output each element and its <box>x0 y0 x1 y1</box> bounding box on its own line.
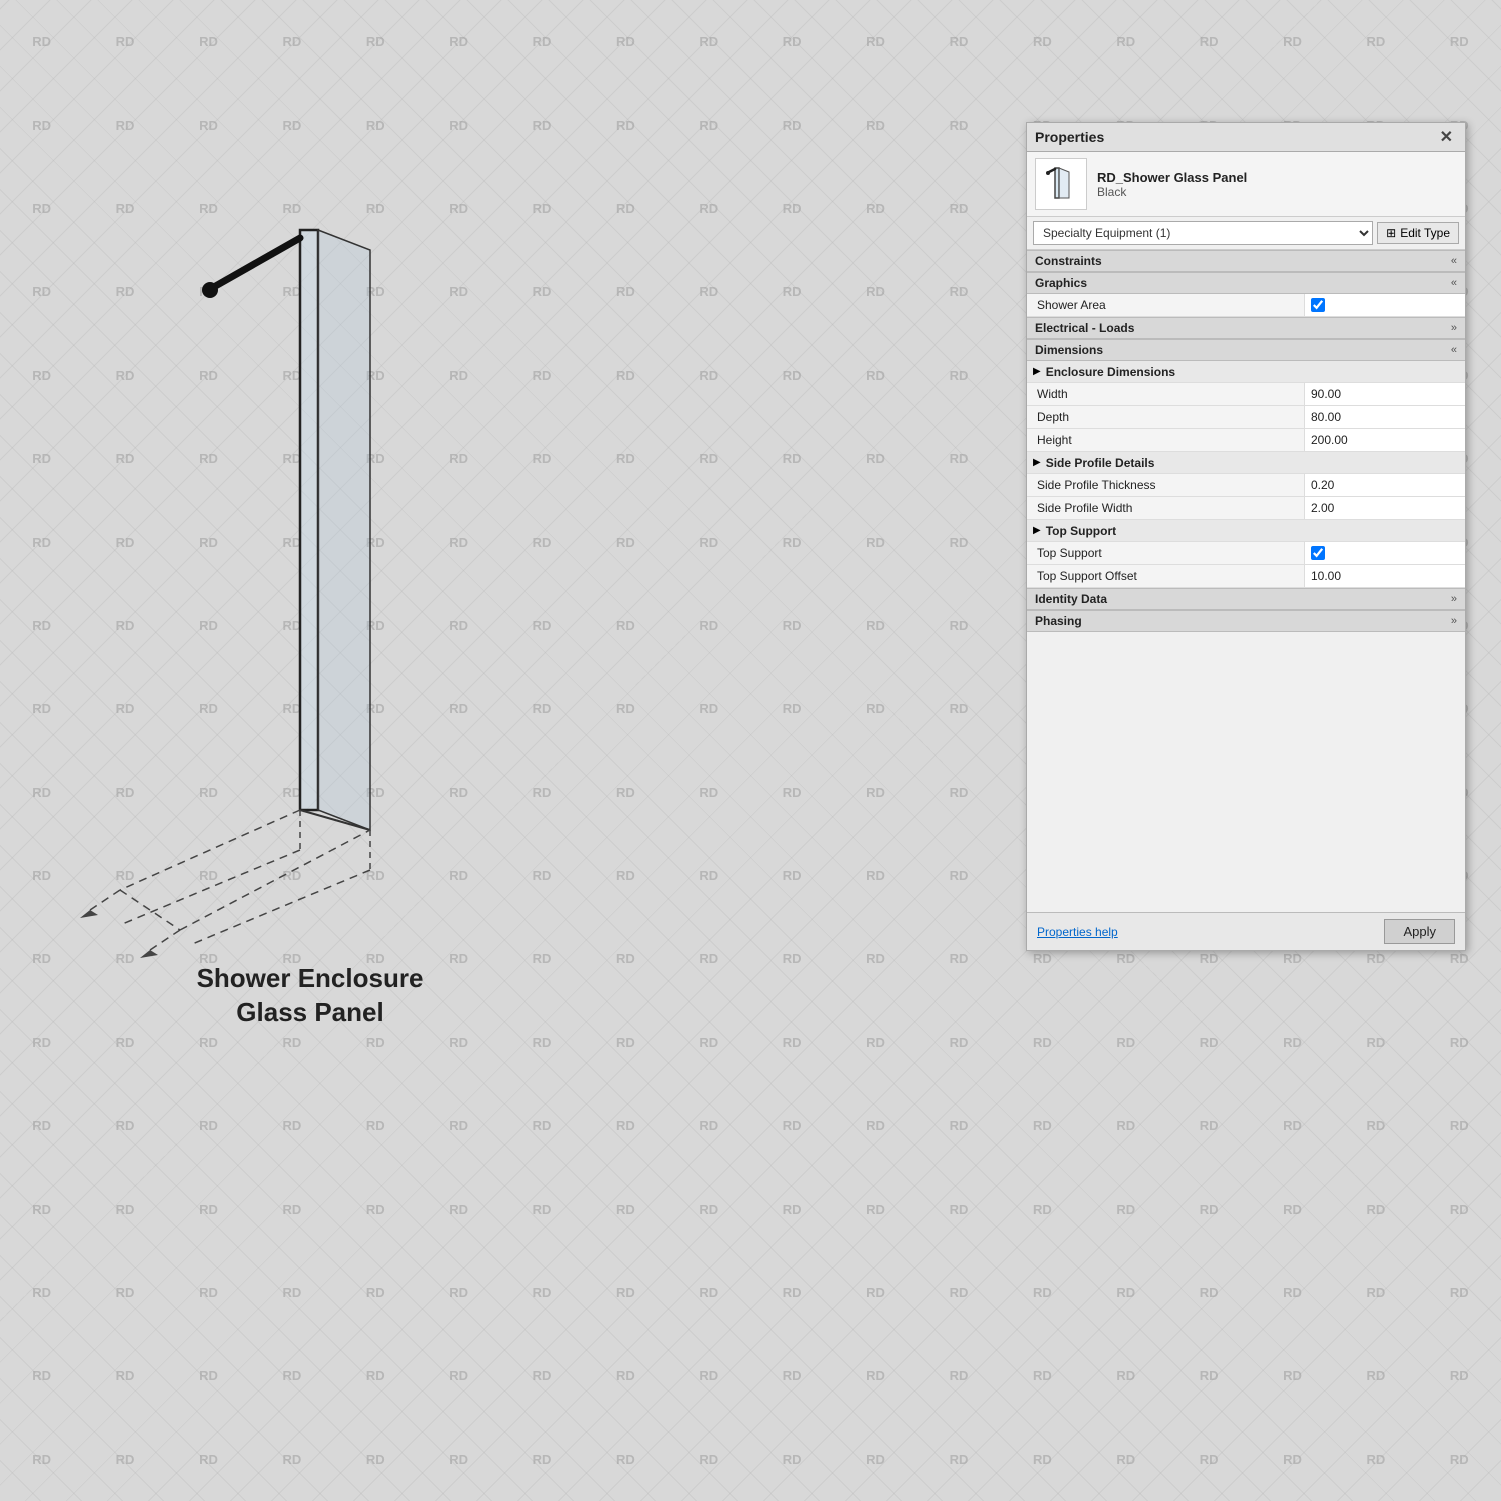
graphics-toggle[interactable]: « <box>1451 277 1457 289</box>
prop-label-top-support: Top Support <box>1027 542 1305 564</box>
side-profile-label: Side Profile Details <box>1046 456 1155 470</box>
phasing-title: Phasing <box>1035 614 1082 628</box>
prop-row-top-support-offset: Top Support Offset 10.00 <box>1027 565 1465 588</box>
panel-titlebar: Properties ✕ <box>1027 123 1465 152</box>
section-identity[interactable]: Identity Data » <box>1027 588 1465 610</box>
prop-row-side-thickness: Side Profile Thickness 0.20 <box>1027 474 1465 497</box>
top-support-arrow: ▶ <box>1033 525 1041 536</box>
subsection-top-support[interactable]: ▶ Top Support <box>1027 520 1465 542</box>
prop-label-shower-area: Shower Area <box>1027 294 1305 316</box>
shower-svg <box>60 120 560 1020</box>
prop-label-depth: Depth <box>1027 406 1305 428</box>
prop-label-side-width: Side Profile Width <box>1027 497 1305 519</box>
prop-value-depth[interactable]: 80.00 <box>1305 406 1465 428</box>
shower-label: Shower Enclosure Glass Panel <box>197 962 424 1030</box>
empty-area <box>1027 632 1465 912</box>
section-constraints[interactable]: Constraints « <box>1027 250 1465 272</box>
identity-title: Identity Data <box>1035 592 1107 606</box>
edit-type-button[interactable]: ⊞ Edit Type <box>1377 222 1459 244</box>
selector-row: Specialty Equipment (1) ⊞ Edit Type <box>1027 217 1465 250</box>
enclosure-arrow: ▶ <box>1033 366 1041 377</box>
prop-value-side-thickness[interactable]: 0.20 <box>1305 474 1465 496</box>
top-support-sub-label: Top Support <box>1046 524 1116 538</box>
prop-value-top-support[interactable] <box>1305 542 1465 564</box>
constraints-title: Constraints <box>1035 254 1102 268</box>
dimensions-toggle[interactable]: « <box>1451 344 1457 356</box>
prop-label-height: Height <box>1027 429 1305 451</box>
prop-row-width: Width 90.00 <box>1027 383 1465 406</box>
subsection-side-profile[interactable]: ▶ Side Profile Details <box>1027 452 1465 474</box>
enclosure-label: Enclosure Dimensions <box>1046 365 1175 379</box>
phasing-toggle[interactable]: » <box>1451 615 1457 627</box>
component-sub: Black <box>1097 185 1247 199</box>
prop-value-top-support-offset[interactable]: 10.00 <box>1305 565 1465 587</box>
prop-row-top-support: Top Support <box>1027 542 1465 565</box>
prop-value-side-width[interactable]: 2.00 <box>1305 497 1465 519</box>
panel-title: Properties <box>1035 129 1104 145</box>
prop-value-shower-area[interactable] <box>1305 294 1465 316</box>
prop-value-height[interactable]: 200.00 <box>1305 429 1465 451</box>
prop-row-depth: Depth 80.00 <box>1027 406 1465 429</box>
edit-type-icon: ⊞ <box>1386 226 1396 240</box>
top-support-checkbox[interactable] <box>1311 546 1325 560</box>
panel-header: RD_Shower Glass Panel Black <box>1027 152 1465 217</box>
section-electrical[interactable]: Electrical - Loads » <box>1027 317 1465 339</box>
graphics-title: Graphics <box>1035 276 1087 290</box>
section-dimensions[interactable]: Dimensions « <box>1027 339 1465 361</box>
panel-footer: Properties help Apply <box>1027 912 1465 950</box>
section-phasing[interactable]: Phasing » <box>1027 610 1465 632</box>
section-graphics[interactable]: Graphics « <box>1027 272 1465 294</box>
drawing-area: Shower Enclosure Glass Panel <box>60 120 560 1020</box>
help-link[interactable]: Properties help <box>1037 925 1118 939</box>
prop-row-side-width: Side Profile Width 2.00 <box>1027 497 1465 520</box>
side-profile-arrow: ▶ <box>1033 457 1041 468</box>
subsection-enclosure[interactable]: ▶ Enclosure Dimensions <box>1027 361 1465 383</box>
identity-toggle[interactable]: » <box>1451 593 1457 605</box>
apply-button[interactable]: Apply <box>1384 919 1455 944</box>
electrical-toggle[interactable]: » <box>1451 322 1457 334</box>
prop-row-shower-area: Shower Area <box>1027 294 1465 317</box>
component-icon <box>1035 158 1087 210</box>
edit-type-label: Edit Type <box>1400 226 1450 240</box>
prop-label-width: Width <box>1027 383 1305 405</box>
dimensions-title: Dimensions <box>1035 343 1103 357</box>
prop-label-top-support-offset: Top Support Offset <box>1027 565 1305 587</box>
shower-area-checkbox[interactable] <box>1311 298 1325 312</box>
properties-panel: Properties ✕ RD_Shower Glass Panel Black… <box>1026 122 1466 951</box>
type-selector[interactable]: Specialty Equipment (1) <box>1033 221 1373 245</box>
electrical-title: Electrical - Loads <box>1035 321 1134 335</box>
component-name: RD_Shower Glass Panel <box>1097 170 1247 185</box>
close-button[interactable]: ✕ <box>1436 127 1457 147</box>
prop-value-width[interactable]: 90.00 <box>1305 383 1465 405</box>
constraints-toggle[interactable]: « <box>1451 255 1457 267</box>
prop-label-side-thickness: Side Profile Thickness <box>1027 474 1305 496</box>
component-info: RD_Shower Glass Panel Black <box>1097 170 1247 199</box>
prop-row-height: Height 200.00 <box>1027 429 1465 452</box>
